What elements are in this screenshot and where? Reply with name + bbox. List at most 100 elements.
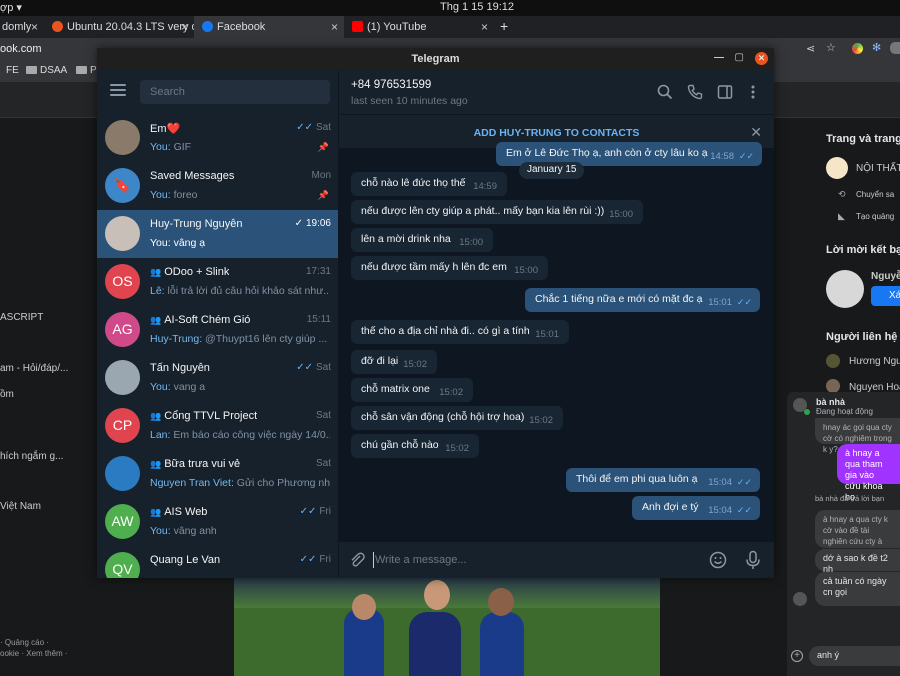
more-options-icon[interactable] [745,84,761,100]
browser-tab-facebook[interactable]: Facebook × [194,16,344,38]
facebook-favicon-icon [202,21,213,32]
chat-list-item[interactable]: AW 👥 AIS Web ✓✓ Fri You: vâng anh [97,498,338,546]
player-figure [409,612,461,676]
chat-title[interactable]: bà nhà [816,397,845,407]
read-check-icon: ✓✓ [299,506,317,517]
system-top-bar: ợp ▾ Thg 1 15 19:12 [0,0,900,16]
add-contact-label: ADD HUY-TRUNG TO CONTACTS [473,127,640,139]
incoming-message[interactable]: chú gần chỗ nào 15:02 [351,434,479,458]
fb-page-name[interactable]: NỘI THẤT [856,163,900,174]
incoming-message[interactable]: đỡ đi lại 15:02 [351,350,437,374]
fb-footer-1[interactable]: · Quảng cáo · [0,638,49,647]
close-window-button[interactable]: ✕ [755,52,768,65]
browser-tab-youtube[interactable]: (1) YouTube × [344,16,494,38]
fb-invite-name[interactable]: Nguyễ [871,271,900,282]
fb-shortcut-5[interactable]: Việt Nam [0,501,41,512]
chat-name: 👥 Bữa trưa vui vẻ [150,458,241,470]
plus-icon[interactable]: + [791,650,803,662]
chat-list-item[interactable]: QV Quang Le Van ✓✓ Fri [97,546,338,578]
chat-list-item[interactable]: OS 👥 ODoo + Slink 17:31 Lê: lỗi trả lời đủ c… [97,258,338,306]
close-icon[interactable]: × [31,20,38,34]
microphone-icon[interactable] [744,550,762,570]
page-avatar[interactable] [826,157,848,179]
bookmark-p[interactable]: P [90,65,97,76]
fb-page-action-ads[interactable]: Tạo quảng [856,212,894,221]
chat-list-item[interactable]: Tấn Nguyễn ✓✓ Sat You: vang a [97,354,338,402]
close-icon[interactable]: × [481,20,488,34]
chat-preview: Lan: Em báo cáo công việc ngày 14/0... [150,429,330,441]
incoming-message[interactable]: chỗ nào lê đức thọ thế 14:59 [351,172,507,196]
chat-name: 👥 Cổng TTVL Project [150,410,258,422]
post-photo[interactable] [234,578,660,676]
chat-avatar [105,216,140,251]
contact-avatar[interactable] [826,354,840,368]
outgoing-message[interactable]: Chắc 1 tiếng nữa e mới có mặt đc ạ 15:01 ✓… [525,288,760,312]
bookmark-dsaa[interactable]: DSAA [40,65,67,76]
search-icon[interactable] [657,84,673,100]
minimize-button[interactable]: — [714,52,724,63]
emoji-icon[interactable] [709,551,727,569]
contact-avatar[interactable] [826,379,840,393]
incoming-message[interactable]: lên a mời drink nha 15:00 [351,228,493,252]
browser-tab-1[interactable]: domly × [0,16,44,38]
outgoing-message[interactable]: Thôi để em phi qua luôn ạ 15:04 ✓✓ [566,468,760,492]
hamburger-menu-icon[interactable] [110,84,126,96]
search-input[interactable] [140,80,330,104]
chat-list-sidebar: Em❤️✓✓SatYou: GIF📌🔖Saved MessagesMonYou:… [97,70,339,578]
chat-bubble: dớ à sao k đề t2 nh [815,549,900,574]
browser-tab-2[interactable]: Ubuntu 20.04.3 LTS very o × [44,16,194,38]
chat-time: ✓✓ Sat [296,122,331,133]
invite-avatar[interactable] [826,270,864,308]
fb-footer-2[interactable]: ookie · Xem thêm · [0,649,68,658]
new-tab-button[interactable]: + [500,16,516,38]
phone-icon[interactable] [687,84,703,100]
message-time: 15:04 [708,477,732,488]
chat-list-item[interactable]: AG 👥 AI-Soft Chém Gió 15:11 Huy-Trung: @Thuy… [97,306,338,354]
confirm-invite-button[interactable]: Xá [871,286,900,306]
activities-menu[interactable]: ợp ▾ [0,1,22,14]
sidebar-toggle-icon[interactable] [717,84,733,100]
chat-list-item[interactable]: Huy-Trung Nguyễn ✓ 19:06 You: vâng ạ [97,210,338,258]
chat-time: ✓ 19:06 [294,218,331,229]
fb-shortcut-2[interactable]: am - Hỏi/đáp/... [0,363,68,374]
maximize-button[interactable]: ▢ [735,52,744,63]
chat-time: ✓✓ Fri [299,554,331,565]
fb-page-action-switch[interactable]: Chuyển sa [856,190,894,199]
peer-name[interactable]: +84 976531599 [351,79,431,91]
bookmark-fe[interactable]: FE [6,65,19,76]
attach-icon[interactable] [349,552,365,568]
close-icon[interactable]: × [181,20,188,34]
outgoing-message[interactable]: Anh đợi e tý 15:04 ✓✓ [632,496,760,520]
react-extension-icon[interactable]: ✻ [872,41,881,54]
fb-contact-1[interactable]: Hương Nguyễ [849,356,900,367]
system-clock[interactable]: Thg 1 15 19:12 [440,1,514,13]
incoming-message[interactable]: nếu được tầm mấy h lên đc em 15:00 [351,256,548,280]
text-cursor [373,552,374,568]
read-check-icon: ✓✓ [738,151,754,161]
incoming-message[interactable]: nếu được lên cty giúp a phát.. mấy bạn k… [351,200,643,224]
chat-list-item[interactable]: 🔖 Saved Messages Mon You: foreo 📌 [97,162,338,210]
chat-list-item[interactable]: Em❤️ ✓✓ Sat You: GIF 📌 [97,114,338,162]
incoming-message[interactable]: chỗ matrix one 15:02 [351,378,473,402]
star-icon[interactable]: ☆ [826,41,836,54]
close-icon[interactable]: × [331,20,338,34]
profile-avatar[interactable] [890,42,900,54]
incoming-message[interactable]: thế cho a địa chỉ nhà đi.. có gì a tính 1… [351,320,569,344]
fb-shortcut-4[interactable]: hích ngắm g... [0,451,63,462]
window-title: Telegram [411,53,460,65]
fb-invites-title: Lời mời kết bạ [826,244,900,256]
chat-name: Em❤️ [150,123,181,135]
close-icon[interactable]: ✕ [750,124,762,141]
read-check-icon: ✓✓ [296,362,313,373]
chat-input[interactable]: anh ý [809,646,900,666]
fb-shortcut-3[interactable]: ồm [0,389,14,400]
share-icon[interactable]: ⋖ [806,42,815,55]
chat-bubble: hnay ác gọi qua cty cờ có nghiêm trong k… [815,418,900,454]
message-input[interactable] [375,551,695,569]
incoming-message[interactable]: chỗ sân vận động (chỗ hội trợ hoa) 15:02 [351,406,563,430]
fb-shortcut-1[interactable]: ASCRIPT [0,312,43,323]
extension-icon[interactable] [852,43,863,54]
message-time: 14:58 [710,151,734,162]
chat-list-item[interactable]: CP 👥 Cổng TTVL Project Sat Lan: Em báo cáo c… [97,402,338,450]
chat-list-item[interactable]: 👥 Bữa trưa vui vẻ Sat Nguyen Tran Viet: Gửi… [97,450,338,498]
